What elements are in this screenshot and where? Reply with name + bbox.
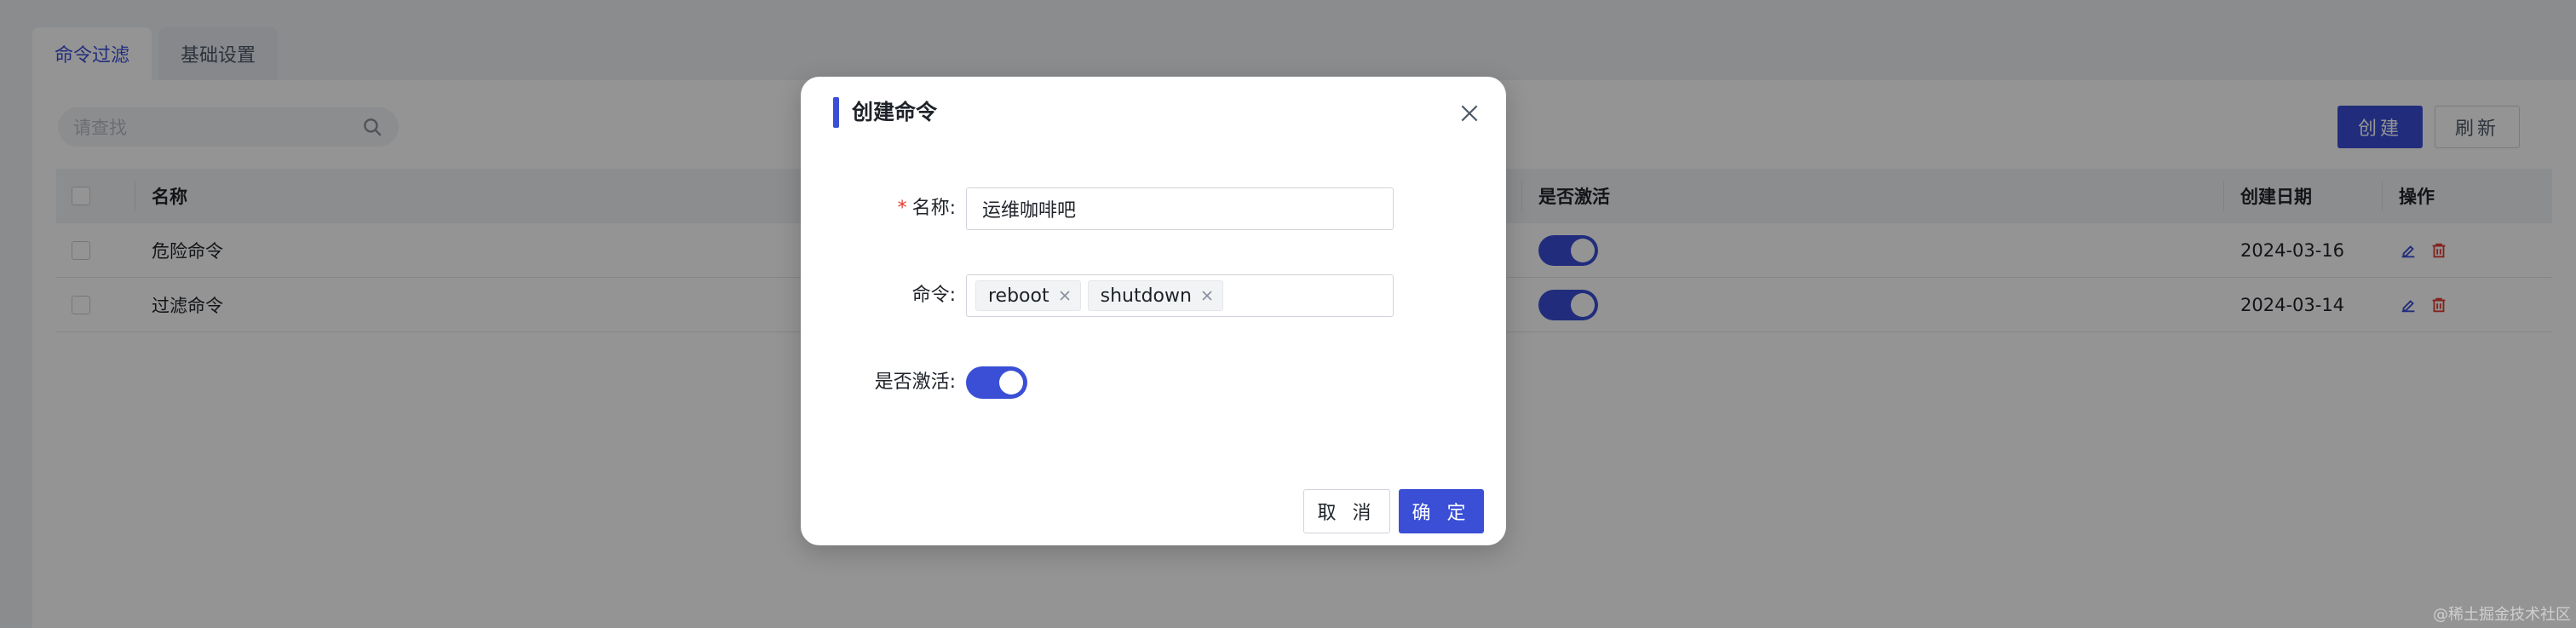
- watermark: @稀土掘金技术社区: [2433, 606, 2571, 624]
- cancel-button[interactable]: 取 消: [1303, 489, 1390, 533]
- remove-tag-icon[interactable]: [1058, 289, 1072, 302]
- title-accent-bar: [833, 97, 839, 128]
- active-label: 是否激活:: [874, 372, 956, 393]
- active-switch[interactable]: [966, 366, 1027, 399]
- command-label: 命令:: [911, 285, 956, 306]
- required-mark: *: [897, 198, 907, 219]
- command-tag: shutdown: [1087, 280, 1223, 311]
- dialog-title: 创建命令: [852, 100, 938, 124]
- remove-tag-icon[interactable]: [1200, 289, 1214, 302]
- create-command-dialog: 创建命令 * 名称: 运维咖啡吧 命令: reboot shutdown 是否激活…: [801, 77, 1506, 545]
- confirm-button[interactable]: 确 定: [1399, 489, 1484, 533]
- command-tag-input[interactable]: reboot shutdown: [966, 274, 1394, 317]
- command-tag: reboot: [975, 280, 1081, 311]
- name-label: * 名称:: [897, 198, 956, 219]
- name-field[interactable]: 运维咖啡吧: [966, 187, 1394, 230]
- close-icon[interactable]: [1458, 102, 1481, 124]
